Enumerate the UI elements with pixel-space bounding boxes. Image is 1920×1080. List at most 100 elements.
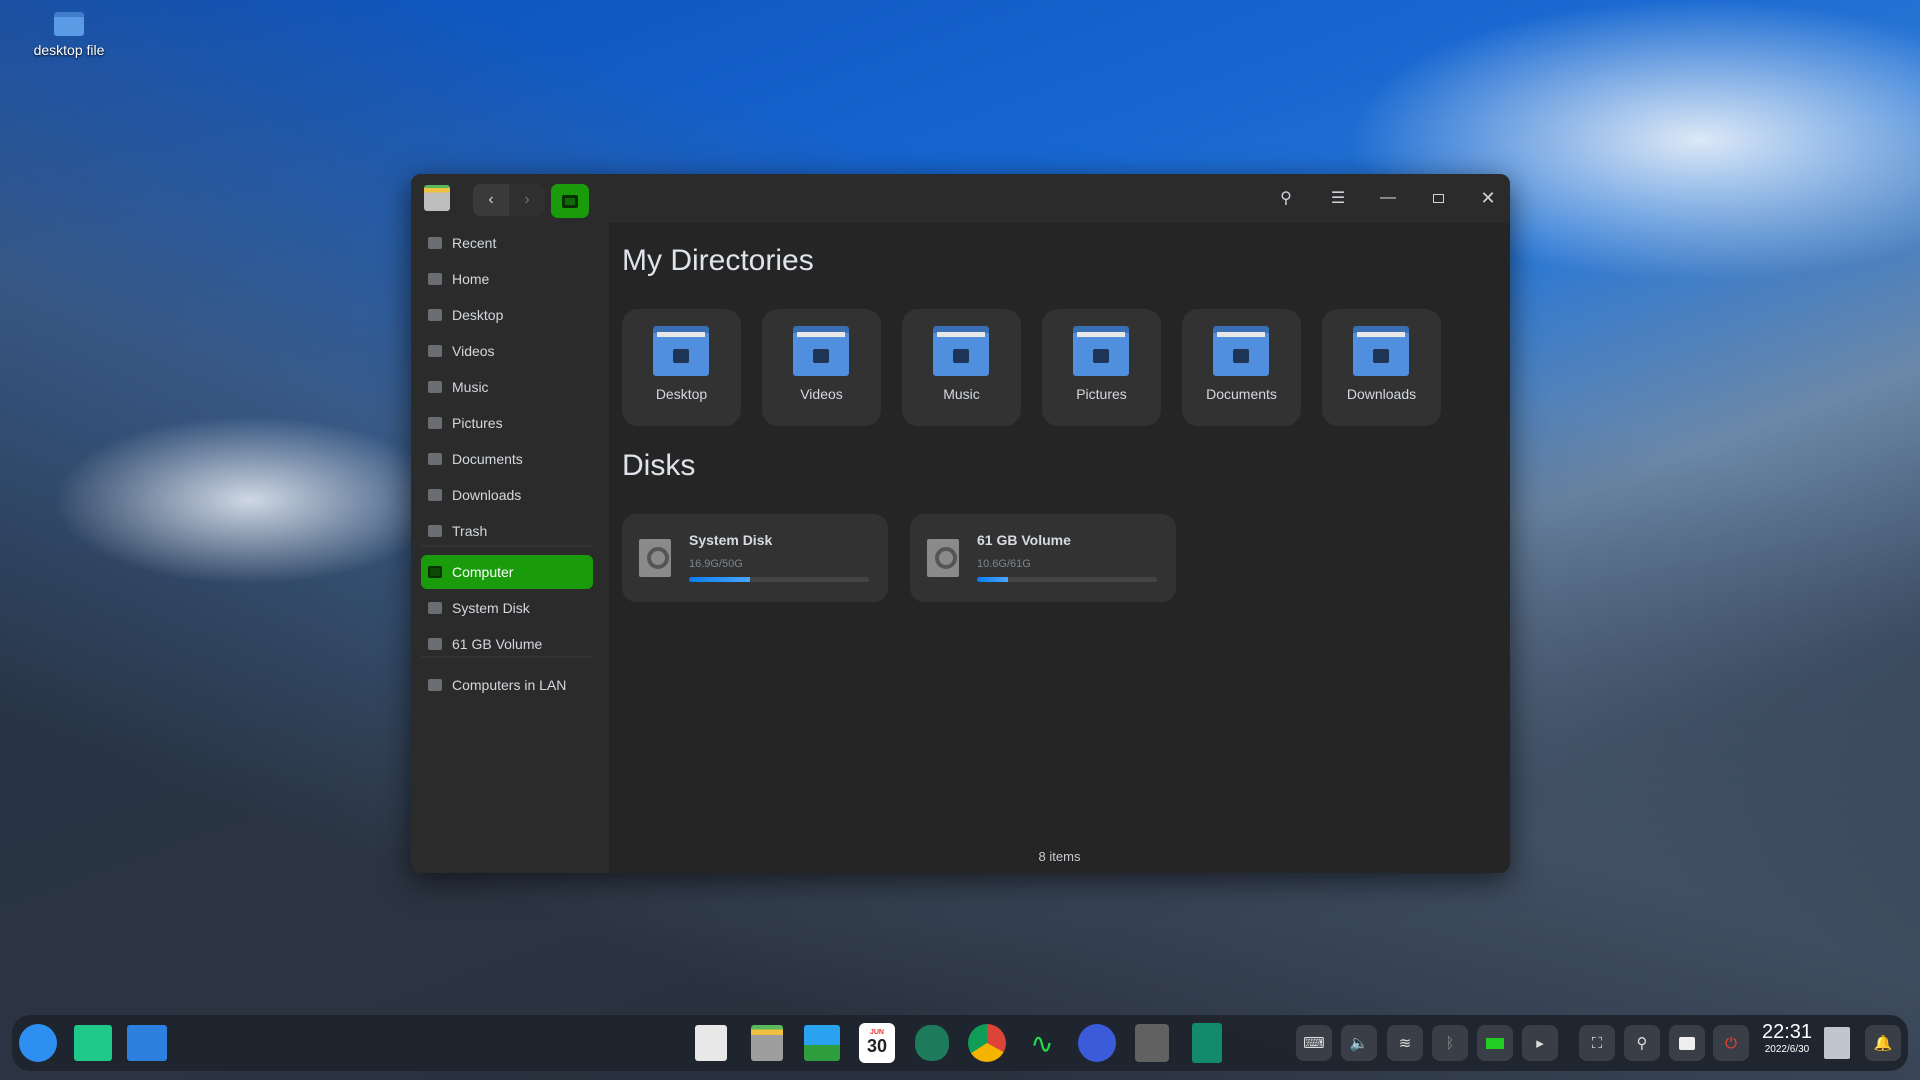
search-icon[interactable]: ⚲ (1624, 1025, 1660, 1061)
search-button[interactable]: ⚲ (1271, 184, 1301, 212)
disk-name: System Disk (689, 532, 773, 548)
chrome-icon[interactable] (965, 1021, 1009, 1065)
launcher-button[interactable] (16, 1021, 60, 1065)
sidebar-item-computers-in-lan[interactable]: Computers in LAN (421, 668, 593, 702)
directory-documents[interactable]: Documents (1182, 309, 1301, 426)
clock-time: 22:31 (1761, 1021, 1813, 1043)
disk-card[interactable]: System Disk 16.9G/50G (622, 514, 888, 602)
volume-icon[interactable]: 🔈 (1341, 1025, 1377, 1061)
file-manager-window: ‹ › ⚲ ☰ — ✕ Recent Home Desktop Videos Music… (411, 174, 1510, 873)
computer-icon (428, 566, 442, 578)
disk-usage-fill (977, 577, 1009, 582)
menu-button[interactable]: ☰ (1323, 184, 1353, 212)
app-store-icon[interactable] (689, 1021, 733, 1065)
forward-button[interactable]: › (509, 184, 545, 216)
sidebar-item-trash[interactable]: Trash (421, 514, 593, 548)
notification-bell-icon[interactable]: 🔔 (1865, 1025, 1901, 1061)
videos-glyph-icon (813, 349, 829, 363)
folder-icon (54, 12, 84, 36)
calendar-icon[interactable]: JUN 30 (855, 1021, 899, 1065)
sidebar-item-desktop[interactable]: Desktop (421, 298, 593, 332)
clock[interactable]: 22:31 2022/6/30 (1757, 1021, 1817, 1055)
directories-title: My Directories (622, 244, 814, 277)
taskbar: JUN 30 ∿ ⌨ 🔈 ≋ ᛒ ▸ ⛶ ⚲ ⏻ 22:31 2022/6/30 … (12, 1015, 1908, 1071)
wifi-icon[interactable]: ≋ (1387, 1025, 1423, 1061)
expand-tray-icon[interactable]: ▸ (1522, 1025, 1558, 1061)
directory-downloads[interactable]: Downloads (1322, 309, 1441, 426)
disk-icon (428, 638, 442, 650)
sidebar-item-music[interactable]: Music (421, 370, 593, 404)
directory-music[interactable]: Music (902, 309, 1021, 426)
minimize-button[interactable]: — (1373, 184, 1403, 212)
sidebar-item-label: Home (452, 271, 490, 287)
file-manager-dock-icon[interactable] (745, 1021, 789, 1065)
back-button[interactable]: ‹ (473, 184, 509, 216)
desktop-file-icon[interactable]: desktop file (22, 8, 116, 58)
picture-icon (428, 417, 442, 429)
computer-view-button[interactable] (551, 184, 589, 218)
documents-glyph-icon (1233, 349, 1249, 363)
battery-icon[interactable] (1477, 1025, 1513, 1061)
calendar-day: 30 (866, 1036, 888, 1056)
multitask-view-button[interactable] (71, 1021, 115, 1065)
trash-icon (428, 525, 442, 537)
app-logo-icon (423, 184, 451, 212)
disks-title: Disks (622, 449, 696, 482)
disk-usage-fill (689, 577, 750, 582)
folder-icon (1213, 326, 1269, 376)
disk-icon (428, 602, 442, 614)
sidebar-item-label: Computers in LAN (452, 677, 567, 693)
desktop-file-label: desktop file (33, 42, 105, 58)
directory-desktop[interactable]: Desktop (622, 309, 741, 426)
power-icon[interactable]: ⏻ (1713, 1025, 1749, 1061)
disk-name: 61 GB Volume (977, 532, 1071, 548)
keyboard-icon[interactable]: ⌨ (1296, 1025, 1332, 1061)
utility-icon[interactable] (1185, 1021, 1229, 1065)
sidebar-item-home[interactable]: Home (421, 262, 593, 296)
sidebar-item-label: Trash (452, 523, 488, 539)
sidebar-item-label: Music (452, 379, 489, 395)
video-icon (428, 345, 442, 357)
browser-icon[interactable] (1075, 1021, 1119, 1065)
sidebar-item-label: Recent (452, 235, 497, 251)
titlebar: ‹ › ⚲ ☰ — ✕ (411, 174, 1510, 223)
desktop-icon (428, 309, 442, 321)
sidebar-item-label: Desktop (452, 307, 504, 323)
onscreen-keyboard-icon[interactable] (1669, 1025, 1705, 1061)
clock-icon (428, 237, 442, 249)
disk-usage: 10.6G/61G (977, 558, 1031, 570)
maximize-button[interactable] (1423, 184, 1453, 212)
workspace-button[interactable] (125, 1021, 169, 1065)
sidebar-item-documents[interactable]: Documents (421, 442, 593, 476)
network-icon (428, 679, 442, 691)
calculator-icon[interactable] (1130, 1021, 1174, 1065)
image-viewer-icon[interactable] (800, 1021, 844, 1065)
home-icon (428, 273, 442, 285)
screenshot-icon[interactable]: ⛶ (1579, 1025, 1615, 1061)
sidebar-item-recent[interactable]: Recent (421, 226, 593, 260)
folder-icon (653, 326, 709, 376)
sidebar-divider (421, 656, 593, 658)
close-button[interactable]: ✕ (1473, 184, 1503, 212)
hard-disk-icon (639, 539, 671, 577)
hard-disk-icon (927, 539, 959, 577)
sidebar-item-label: Downloads (452, 487, 522, 503)
sidebar-item-pictures[interactable]: Pictures (421, 406, 593, 440)
trash-icon[interactable] (1815, 1021, 1859, 1065)
disk-usage: 16.9G/50G (689, 558, 743, 570)
sidebar-item-videos[interactable]: Videos (421, 334, 593, 368)
directory-videos[interactable]: Videos (762, 309, 881, 426)
settings-icon[interactable] (910, 1021, 954, 1065)
sidebar-item-downloads[interactable]: Downloads (421, 478, 593, 512)
system-monitor-icon[interactable]: ∿ (1020, 1021, 1064, 1065)
sidebar-item-label: Computer (452, 564, 514, 580)
download-icon (428, 489, 442, 501)
directory-pictures[interactable]: Pictures (1042, 309, 1161, 426)
folder-icon (933, 326, 989, 376)
sidebar-divider (421, 545, 593, 547)
sidebar-item-label: Documents (452, 451, 523, 467)
bluetooth-icon[interactable]: ᛒ (1432, 1025, 1468, 1061)
sidebar-item-computer[interactable]: Computer (421, 555, 593, 589)
sidebar-item-system-disk[interactable]: System Disk (421, 591, 593, 625)
disk-card[interactable]: 61 GB Volume 10.6G/61G (910, 514, 1176, 602)
